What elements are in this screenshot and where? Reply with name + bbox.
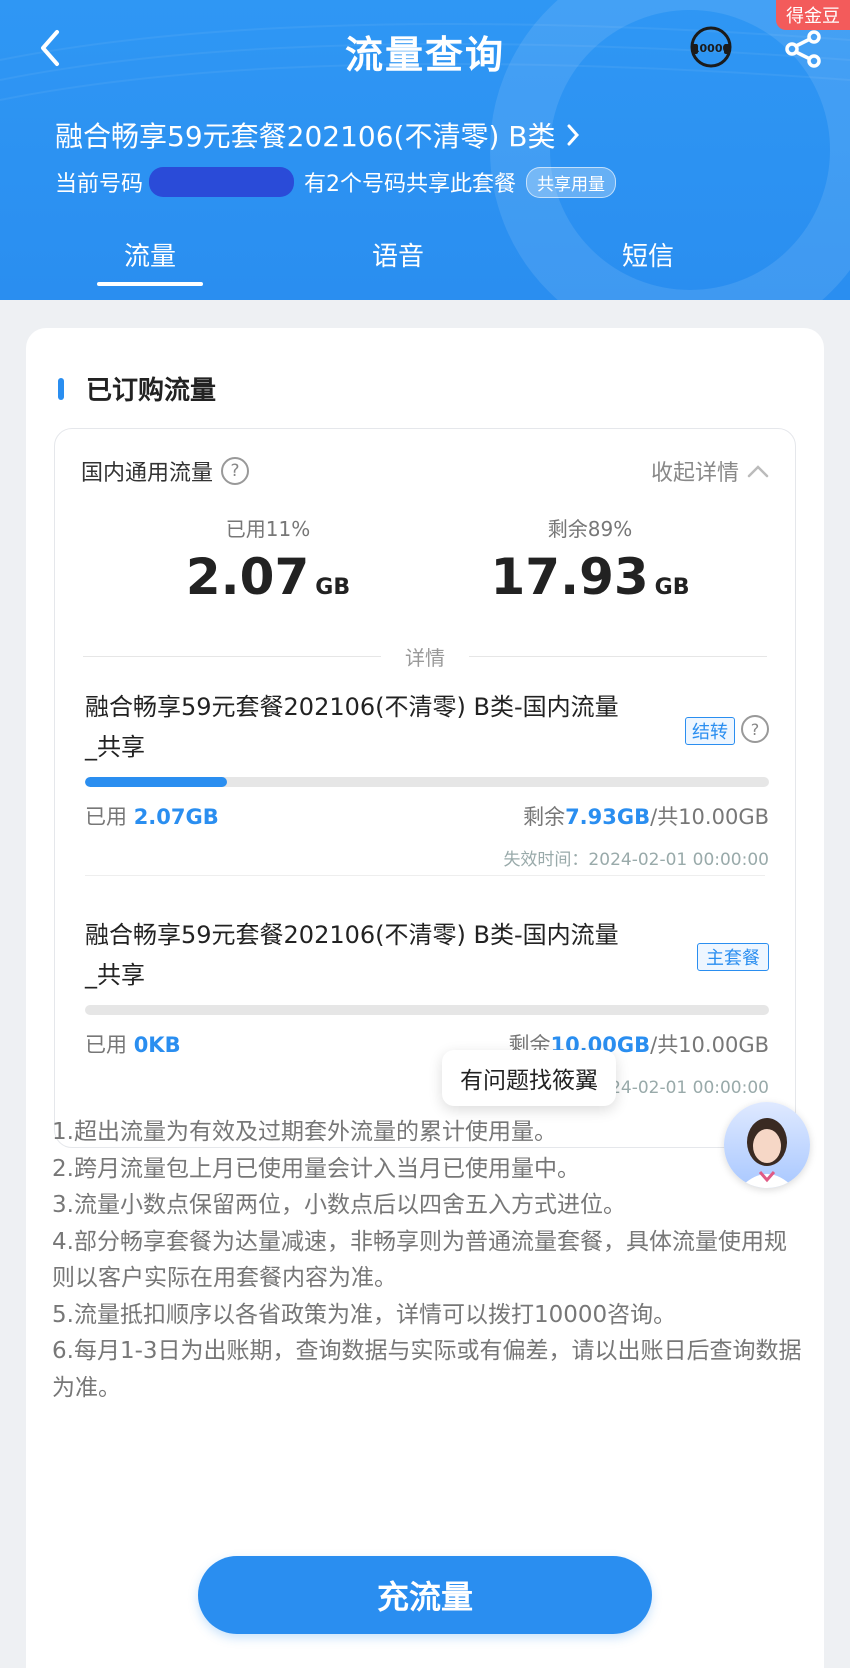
divider-line-left <box>83 655 381 657</box>
divider-line-right <box>469 655 767 657</box>
note-item: 5.流量抵扣顺序以各省政策为准，详情可以拨打10000咨询。 <box>52 1301 677 1328</box>
main-card: 已订购流量 国内通用流量 ? 收起详情 已用11% 2.07 GB 剩余89% 1… <box>26 328 824 1668</box>
number-line: 当前号码 有2个号码共享此套餐 共享用量 <box>55 166 617 198</box>
total-text: /共10.00GB <box>650 805 769 829</box>
used-value: 2.07GB <box>133 805 219 829</box>
remaining-stat: 剩余89% 17.93 GB <box>465 513 715 606</box>
tab-bar: 流量 语音 短信 <box>0 236 850 286</box>
collapse-details-button[interactable]: 收起详情 <box>651 455 769 487</box>
recharge-data-button[interactable]: 充流量 <box>198 1556 652 1634</box>
tab-sms[interactable]: 短信 <box>588 236 708 273</box>
gold-bean-tag[interactable]: 得金豆 <box>776 0 850 30</box>
used-text: 已用 0KB <box>85 1029 181 1059</box>
number-prefix: 当前号码 <box>55 172 144 197</box>
assistant-tip[interactable]: 有问题找筱翼 <box>442 1050 616 1106</box>
remaining-caption: 剩余89% <box>547 517 633 541</box>
total-text: /共10.00GB <box>650 1033 769 1057</box>
remaining-value: 17.93 <box>490 548 649 606</box>
tab-voice[interactable]: 语音 <box>338 236 458 273</box>
plan-name-link[interactable]: 融合畅享59元套餐202106(不清零) B类 <box>55 115 581 155</box>
remaining-amount: 17.93 GB <box>465 548 715 606</box>
usage-progress-bar <box>85 1005 769 1015</box>
remaining-unit: GB <box>654 575 690 600</box>
used-value: 0KB <box>133 1033 181 1057</box>
remain-prefix: 剩余 <box>523 805 566 829</box>
used-value: 2.07 <box>185 548 310 606</box>
used-text: 已用 2.07GB <box>85 801 219 831</box>
note-item: 6.每月1-3日为出账期，查询数据与实际或有偏差，请以出账日后查询数据为准。 <box>52 1338 802 1401</box>
usage-row: 已用 2.07GB 剩余7.93GB/共10.00GB <box>85 801 769 831</box>
item-separator <box>85 875 765 876</box>
usage-progress-fill <box>85 777 227 787</box>
badge-10000-text: 10000 <box>692 42 731 55</box>
used-caption: 已用11% <box>225 517 311 541</box>
main-package-tag: 主套餐 <box>697 943 769 971</box>
chevron-up-icon <box>747 465 769 478</box>
share-count-text: 有2个号码共享此套餐 <box>304 172 517 197</box>
category-label: 国内通用流量 <box>81 461 214 486</box>
remain-text: 剩余7.93GB/共10.00GB <box>523 801 769 831</box>
usage-progress-bar <box>85 777 769 787</box>
package-name: 融合畅享59元套餐202106(不清零) B类-国内流量_共享 <box>85 693 619 761</box>
used-amount: 2.07 GB <box>143 548 393 606</box>
collapse-label: 收起详情 <box>650 461 739 486</box>
package-item: 融合畅享59元套餐202106(不清零) B类-国内流量_共享 主套餐 已用 0… <box>85 915 769 1098</box>
category-row: 国内通用流量 ? <box>81 455 250 487</box>
note-item: 3.流量小数点保留两位，小数点后以四舍五入方式进位。 <box>52 1192 626 1218</box>
remain-value: 7.93GB <box>565 805 651 829</box>
detail-divider: 详情 <box>83 641 767 671</box>
expire-time: 失效时间：2024-02-01 00:00:00 <box>503 850 769 870</box>
used-stat: 已用11% 2.07 GB <box>143 513 393 606</box>
data-summary-panel: 国内通用流量 ? 收起详情 已用11% 2.07 GB 剩余89% 17.93 GB… <box>54 428 796 1148</box>
note-item: 1.超出流量为有效及过期套外流量的累计使用量。 <box>52 1119 557 1145</box>
carryover-tag: 结转 <box>685 717 735 745</box>
share-icon <box>785 30 821 68</box>
service-10000-button[interactable]: 10000 <box>688 24 734 70</box>
package-item: 融合畅享59元套餐202106(不清零) B类-国内流量_共享 结转 ? 已用 … <box>85 687 769 870</box>
headset-10000-icon: 10000 <box>690 26 732 68</box>
used-prefix: 已用 <box>85 805 134 829</box>
header: 流量查询 10000 得金豆 融合畅享59元套餐202106(不清零) B类 当… <box>0 0 850 300</box>
note-item: 4.部分畅享套餐为达量减速，非畅享则为普通流量套餐，具体流量使用规则以客户实际在… <box>52 1228 787 1292</box>
plan-name: 融合畅享59元套餐202106(不清零) B类 <box>55 120 556 153</box>
share-usage-chip[interactable]: 共享用量 <box>526 166 617 198</box>
used-prefix: 已用 <box>85 1033 134 1057</box>
help-icon[interactable]: ? <box>221 457 250 485</box>
section-title: 已订购流量 <box>58 370 216 407</box>
note-item: 2.跨月流量包上月已使用量会计入当月已使用量中。 <box>52 1155 580 1182</box>
package-name: 融合畅享59元套餐202106(不清零) B类-国内流量_共享 <box>85 921 619 989</box>
share-button[interactable] <box>782 28 824 70</box>
used-unit: GB <box>315 575 351 600</box>
masked-phone-number <box>149 167 295 197</box>
usage-row: 已用 0KB 剩余10.00GB/共10.00GB <box>85 1029 769 1059</box>
tab-data[interactable]: 流量 <box>90 236 210 286</box>
notes-list: 1.超出流量为有效及过期套外流量的累计使用量。 2.跨月流量包上月已使用量会计入… <box>52 1114 802 1406</box>
help-icon[interactable]: ? <box>741 715 769 743</box>
chevron-right-icon <box>567 124 580 146</box>
detail-label: 详情 <box>405 645 445 670</box>
